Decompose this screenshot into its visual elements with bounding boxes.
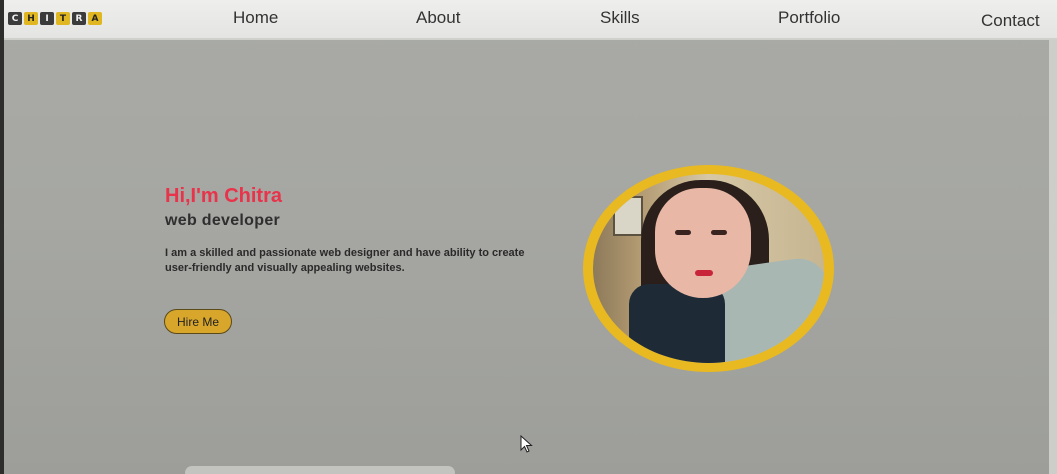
photo-window [613,196,643,236]
site-logo[interactable]: C H I T R A [8,12,102,25]
logo-letter-c: C [8,12,22,25]
photo-face [655,188,751,298]
mouse-pointer-icon [520,435,533,453]
photo-eye-right [711,230,727,235]
screen-bezel [0,0,4,474]
navbar: C H I T R A Home About Skills Portfolio … [4,0,1057,40]
nav-contact[interactable]: Contact [981,11,1040,31]
hire-me-button[interactable]: Hire Me [164,309,232,334]
nav-portfolio[interactable]: Portfolio [778,8,840,28]
profile-photo-frame [583,165,834,372]
hero-role: web developer [165,212,281,229]
hero-section: Hi,I'm Chitra web developer I am a skill… [165,185,565,276]
browser-viewport: C H I T R A Home About Skills Portfolio … [0,0,1057,474]
logo-letter-r: R [72,12,86,25]
vertical-scrollbar[interactable] [1049,40,1057,474]
hero-greeting: Hi,I'm Chitra [165,185,282,207]
horizontal-scrollbar[interactable] [185,466,455,474]
hero-description: I am a skilled and passionate web design… [165,247,525,274]
nav-about[interactable]: About [416,8,460,28]
logo-letter-a: A [88,12,102,25]
logo-letter-h: H [24,12,38,25]
nav-skills[interactable]: Skills [600,8,640,28]
profile-photo [593,174,824,363]
logo-letter-i: I [40,12,54,25]
nav-home[interactable]: Home [233,8,278,28]
photo-lips [695,270,713,276]
logo-letter-t: T [56,12,70,25]
photo-eye-left [675,230,691,235]
